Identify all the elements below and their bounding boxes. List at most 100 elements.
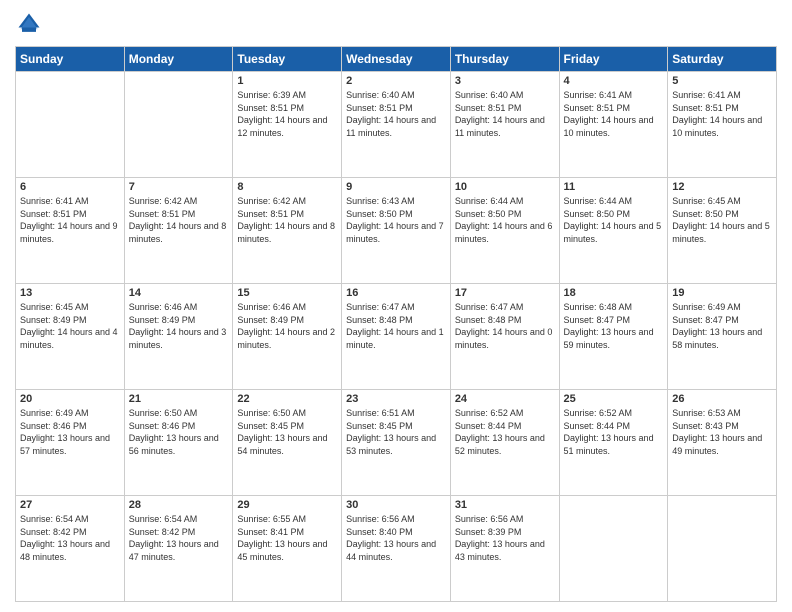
calendar-cell: 20 Sunrise: 6:49 AM Sunset: 8:46 PM Dayli… — [16, 390, 125, 496]
calendar-week-1: 6 Sunrise: 6:41 AM Sunset: 8:51 PM Daylig… — [16, 178, 777, 284]
day-info: Sunrise: 6:54 AM Sunset: 8:42 PM Dayligh… — [129, 513, 229, 563]
day-number: 23 — [346, 393, 446, 405]
day-info: Sunrise: 6:39 AM Sunset: 8:51 PM Dayligh… — [237, 89, 337, 139]
calendar-cell: 17 Sunrise: 6:47 AM Sunset: 8:48 PM Dayli… — [450, 284, 559, 390]
day-info: Sunrise: 6:41 AM Sunset: 8:51 PM Dayligh… — [672, 89, 772, 139]
day-number: 26 — [672, 393, 772, 405]
calendar-header-row: SundayMondayTuesdayWednesdayThursdayFrid… — [16, 47, 777, 72]
calendar-cell: 29 Sunrise: 6:55 AM Sunset: 8:41 PM Dayli… — [233, 496, 342, 602]
day-number: 10 — [455, 181, 555, 193]
day-info: Sunrise: 6:44 AM Sunset: 8:50 PM Dayligh… — [455, 195, 555, 245]
calendar-header-saturday: Saturday — [668, 47, 777, 72]
day-number: 17 — [455, 287, 555, 299]
day-info: Sunrise: 6:52 AM Sunset: 8:44 PM Dayligh… — [455, 407, 555, 457]
day-info: Sunrise: 6:50 AM Sunset: 8:45 PM Dayligh… — [237, 407, 337, 457]
day-info: Sunrise: 6:41 AM Sunset: 8:51 PM Dayligh… — [20, 195, 120, 245]
day-info: Sunrise: 6:45 AM Sunset: 8:50 PM Dayligh… — [672, 195, 772, 245]
header — [15, 10, 777, 38]
day-info: Sunrise: 6:47 AM Sunset: 8:48 PM Dayligh… — [346, 301, 446, 351]
day-number: 15 — [237, 287, 337, 299]
calendar-header-sunday: Sunday — [16, 47, 125, 72]
day-info: Sunrise: 6:40 AM Sunset: 8:51 PM Dayligh… — [455, 89, 555, 139]
calendar-cell: 10 Sunrise: 6:44 AM Sunset: 8:50 PM Dayli… — [450, 178, 559, 284]
day-info: Sunrise: 6:42 AM Sunset: 8:51 PM Dayligh… — [129, 195, 229, 245]
day-number: 27 — [20, 499, 120, 511]
day-number: 16 — [346, 287, 446, 299]
day-number: 20 — [20, 393, 120, 405]
calendar-cell: 19Sunrise: 6:49 AM Sunset: 8:47 PM Dayli… — [668, 284, 777, 390]
calendar-week-2: 13Sunrise: 6:45 AM Sunset: 8:49 PM Dayli… — [16, 284, 777, 390]
day-number: 31 — [455, 499, 555, 511]
logo-icon — [15, 10, 43, 38]
day-info: Sunrise: 6:49 AM Sunset: 8:47 PM Dayligh… — [672, 301, 772, 351]
calendar-cell: 28 Sunrise: 6:54 AM Sunset: 8:42 PM Dayli… — [124, 496, 233, 602]
calendar-cell: 15 Sunrise: 6:46 AM Sunset: 8:49 PM Dayli… — [233, 284, 342, 390]
calendar-cell: 26 Sunrise: 6:53 AM Sunset: 8:43 PM Dayli… — [668, 390, 777, 496]
day-info: Sunrise: 6:51 AM Sunset: 8:45 PM Dayligh… — [346, 407, 446, 457]
calendar-cell: 4 Sunrise: 6:41 AM Sunset: 8:51 PM Daylig… — [559, 72, 668, 178]
calendar-cell: 13Sunrise: 6:45 AM Sunset: 8:49 PM Dayli… — [16, 284, 125, 390]
day-info: Sunrise: 6:44 AM Sunset: 8:50 PM Dayligh… — [564, 195, 664, 245]
day-number: 1 — [237, 75, 337, 87]
day-info: Sunrise: 6:45 AM Sunset: 8:49 PM Dayligh… — [20, 301, 120, 351]
day-info: Sunrise: 6:50 AM Sunset: 8:46 PM Dayligh… — [129, 407, 229, 457]
day-info: Sunrise: 6:48 AM Sunset: 8:47 PM Dayligh… — [564, 301, 664, 351]
day-number: 30 — [346, 499, 446, 511]
calendar-cell: 23 Sunrise: 6:51 AM Sunset: 8:45 PM Dayli… — [342, 390, 451, 496]
day-number: 28 — [129, 499, 229, 511]
calendar-cell: 16 Sunrise: 6:47 AM Sunset: 8:48 PM Dayli… — [342, 284, 451, 390]
page: SundayMondayTuesdayWednesdayThursdayFrid… — [0, 0, 792, 612]
day-number: 7 — [129, 181, 229, 193]
calendar-header-thursday: Thursday — [450, 47, 559, 72]
day-info: Sunrise: 6:55 AM Sunset: 8:41 PM Dayligh… — [237, 513, 337, 563]
calendar-week-4: 27 Sunrise: 6:54 AM Sunset: 8:42 PM Dayli… — [16, 496, 777, 602]
day-number: 9 — [346, 181, 446, 193]
day-info: Sunrise: 6:54 AM Sunset: 8:42 PM Dayligh… — [20, 513, 120, 563]
day-number: 11 — [564, 181, 664, 193]
calendar-cell: 18Sunrise: 6:48 AM Sunset: 8:47 PM Dayli… — [559, 284, 668, 390]
day-number: 25 — [564, 393, 664, 405]
day-info: Sunrise: 6:56 AM Sunset: 8:39 PM Dayligh… — [455, 513, 555, 563]
calendar-cell: 30 Sunrise: 6:56 AM Sunset: 8:40 PM Dayli… — [342, 496, 451, 602]
logo — [15, 10, 47, 38]
calendar-cell: 2Sunrise: 6:40 AM Sunset: 8:51 PM Daylig… — [342, 72, 451, 178]
calendar-header-tuesday: Tuesday — [233, 47, 342, 72]
calendar-week-0: 1 Sunrise: 6:39 AM Sunset: 8:51 PM Daylig… — [16, 72, 777, 178]
calendar-cell: 3 Sunrise: 6:40 AM Sunset: 8:51 PM Daylig… — [450, 72, 559, 178]
day-info: Sunrise: 6:53 AM Sunset: 8:43 PM Dayligh… — [672, 407, 772, 457]
calendar-cell: 9 Sunrise: 6:43 AM Sunset: 8:50 PM Daylig… — [342, 178, 451, 284]
day-info: Sunrise: 6:56 AM Sunset: 8:40 PM Dayligh… — [346, 513, 446, 563]
calendar-cell: 11 Sunrise: 6:44 AM Sunset: 8:50 PM Dayli… — [559, 178, 668, 284]
day-info: Sunrise: 6:47 AM Sunset: 8:48 PM Dayligh… — [455, 301, 555, 351]
calendar-cell: 12Sunrise: 6:45 AM Sunset: 8:50 PM Dayli… — [668, 178, 777, 284]
calendar-cell: 14Sunrise: 6:46 AM Sunset: 8:49 PM Dayli… — [124, 284, 233, 390]
calendar-header-friday: Friday — [559, 47, 668, 72]
calendar-header-wednesday: Wednesday — [342, 47, 451, 72]
calendar-cell: 27 Sunrise: 6:54 AM Sunset: 8:42 PM Dayli… — [16, 496, 125, 602]
calendar-cell: 24 Sunrise: 6:52 AM Sunset: 8:44 PM Dayli… — [450, 390, 559, 496]
calendar-cell — [668, 496, 777, 602]
day-number: 3 — [455, 75, 555, 87]
calendar-cell — [124, 72, 233, 178]
day-info: Sunrise: 6:46 AM Sunset: 8:49 PM Dayligh… — [237, 301, 337, 351]
day-number: 29 — [237, 499, 337, 511]
calendar-cell: 8 Sunrise: 6:42 AM Sunset: 8:51 PM Daylig… — [233, 178, 342, 284]
calendar-week-3: 20 Sunrise: 6:49 AM Sunset: 8:46 PM Dayli… — [16, 390, 777, 496]
day-info: Sunrise: 6:43 AM Sunset: 8:50 PM Dayligh… — [346, 195, 446, 245]
calendar-cell: 22 Sunrise: 6:50 AM Sunset: 8:45 PM Dayli… — [233, 390, 342, 496]
calendar-cell — [559, 496, 668, 602]
day-info: Sunrise: 6:40 AM Sunset: 8:51 PM Dayligh… — [346, 89, 446, 139]
day-number: 22 — [237, 393, 337, 405]
day-info: Sunrise: 6:49 AM Sunset: 8:46 PM Dayligh… — [20, 407, 120, 457]
calendar-cell: 1 Sunrise: 6:39 AM Sunset: 8:51 PM Daylig… — [233, 72, 342, 178]
calendar-cell: 5 Sunrise: 6:41 AM Sunset: 8:51 PM Daylig… — [668, 72, 777, 178]
day-number: 24 — [455, 393, 555, 405]
day-number: 4 — [564, 75, 664, 87]
day-info: Sunrise: 6:42 AM Sunset: 8:51 PM Dayligh… — [237, 195, 337, 245]
day-number: 21 — [129, 393, 229, 405]
day-number: 6 — [20, 181, 120, 193]
day-info: Sunrise: 6:41 AM Sunset: 8:51 PM Dayligh… — [564, 89, 664, 139]
day-number: 5 — [672, 75, 772, 87]
day-number: 8 — [237, 181, 337, 193]
calendar-header-monday: Monday — [124, 47, 233, 72]
